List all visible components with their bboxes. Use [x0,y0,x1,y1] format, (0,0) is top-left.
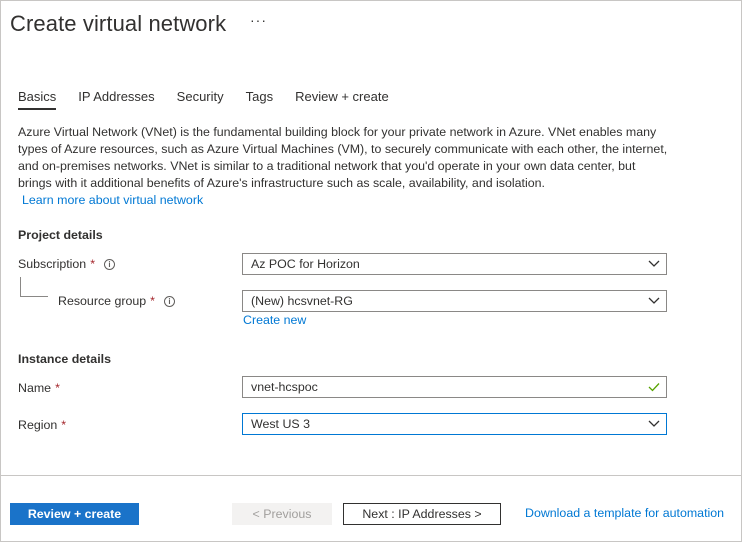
more-options-icon[interactable]: ··· [250,12,267,28]
tab-security[interactable]: Security [177,89,224,110]
info-icon[interactable]: i [164,295,175,307]
learn-more-link[interactable]: Learn more about virtual network [22,193,203,207]
tree-connector-vertical [20,277,21,296]
previous-button[interactable]: < Previous [232,503,332,525]
checkmark-icon [642,377,666,397]
footer-divider [1,475,741,476]
tree-connector-horizontal [20,296,48,297]
chevron-down-icon [642,254,666,274]
required-marker: * [150,294,155,308]
region-select[interactable]: West US 3 [242,413,667,435]
chevron-down-icon [642,414,666,434]
review-create-button[interactable]: Review + create [10,503,139,525]
region-label-text: Region [18,418,58,432]
required-marker: * [61,418,67,432]
resource-group-select[interactable]: (New) hcsvnet-RG [242,290,667,312]
subscription-value: Az POC for Horizon [251,257,360,271]
region-value: West US 3 [251,417,310,431]
next-ip-addresses-button[interactable]: Next : IP Addresses > [343,503,501,525]
download-template-link[interactable]: Download a template for automation [525,506,724,520]
name-label: Name * [18,381,60,395]
description-text: Azure Virtual Network (VNet) is the fund… [18,125,668,190]
name-label-text: Name [18,381,52,395]
tab-basics[interactable]: Basics [18,89,57,110]
required-marker: * [90,257,96,271]
name-value: vnet-hcspoc [251,380,318,394]
subscription-label-text: Subscription [18,257,87,271]
name-input[interactable]: vnet-hcspoc [242,376,667,398]
tab-tags[interactable]: Tags [246,89,273,110]
project-details-heading: Project details [18,228,103,242]
resource-group-label-text: Resource group [58,294,147,308]
tab-bar: Basics IP Addresses Security Tags Review… [18,89,411,110]
subscription-select[interactable]: Az POC for Horizon [242,253,667,275]
subscription-label: Subscription * i [18,257,116,271]
region-label: Region * [18,418,66,432]
instance-details-heading: Instance details [18,352,111,366]
resource-group-value: (New) hcsvnet-RG [251,294,353,308]
required-marker: * [55,381,60,395]
page-title: Create virtual network [10,11,227,36]
info-icon[interactable]: i [104,258,116,270]
tab-ip-addresses[interactable]: IP Addresses [78,89,154,110]
tab-review-create[interactable]: Review + create [295,89,389,110]
create-new-link[interactable]: Create new [243,313,306,327]
chevron-down-icon [642,291,666,311]
resource-group-label: Resource group * i [58,294,175,308]
